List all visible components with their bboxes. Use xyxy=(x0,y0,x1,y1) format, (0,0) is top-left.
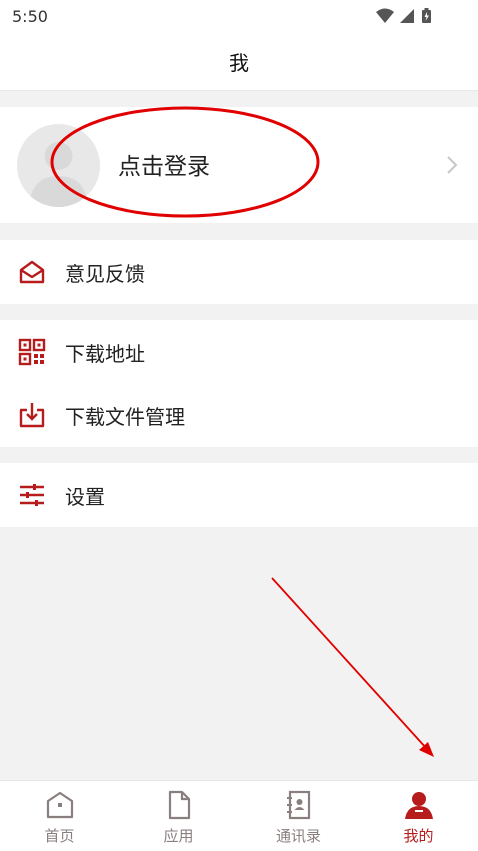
menu-item-label: 下载地址 xyxy=(65,341,145,366)
signal-icon xyxy=(400,9,414,23)
tab-label: 通讯录 xyxy=(275,827,321,845)
tab-label: 我的 xyxy=(403,827,434,845)
login-label[interactable]: 点击登录 xyxy=(118,147,210,181)
tab-label: 首页 xyxy=(44,827,75,845)
login-card[interactable]: 点击登录 xyxy=(0,107,478,223)
tab-me[interactable]: 我的 xyxy=(359,781,478,851)
default-avatar-icon xyxy=(29,142,88,207)
download-tray-icon xyxy=(19,403,45,428)
status-bar: 5:50 xyxy=(0,0,478,32)
battery-icon xyxy=(422,8,431,23)
bottom-tab-bar: 首页 应用 通讯录 我的 xyxy=(0,780,478,851)
page-title: 我 xyxy=(229,50,249,75)
menu-item-settings[interactable]: 设置 xyxy=(0,463,478,527)
wifi-icon xyxy=(376,8,394,23)
menu-item-feedback[interactable]: 意见反馈 xyxy=(0,240,478,304)
menu-item-label: 下载文件管理 xyxy=(65,404,185,429)
document-icon xyxy=(168,790,190,820)
feedback-card: 意见反馈 xyxy=(0,240,478,304)
qr-code-icon xyxy=(18,338,46,366)
avatar xyxy=(17,124,100,207)
menu-item-label: 意见反馈 xyxy=(65,261,145,286)
mail-open-icon xyxy=(19,260,45,284)
menu-item-label: 设置 xyxy=(65,484,105,509)
sliders-icon xyxy=(20,484,44,506)
menu-item-download-address[interactable]: 下载地址 xyxy=(0,320,478,384)
menu-item-download-manager[interactable]: 下载文件管理 xyxy=(0,383,478,447)
title-bar: 我 xyxy=(0,32,478,91)
tab-label: 应用 xyxy=(163,827,194,845)
download-card: 下载地址 下载文件管理 xyxy=(0,320,478,447)
status-icons xyxy=(374,7,444,29)
tab-home[interactable]: 首页 xyxy=(0,781,119,851)
status-time: 5:50 xyxy=(12,7,48,26)
tab-apps[interactable]: 应用 xyxy=(119,781,238,851)
chevron-right-icon xyxy=(446,155,458,179)
user-icon xyxy=(404,792,433,819)
settings-card: 设置 xyxy=(0,463,478,527)
tab-contacts[interactable]: 通讯录 xyxy=(239,781,358,851)
home-icon xyxy=(46,791,73,819)
address-book-icon xyxy=(286,790,310,820)
